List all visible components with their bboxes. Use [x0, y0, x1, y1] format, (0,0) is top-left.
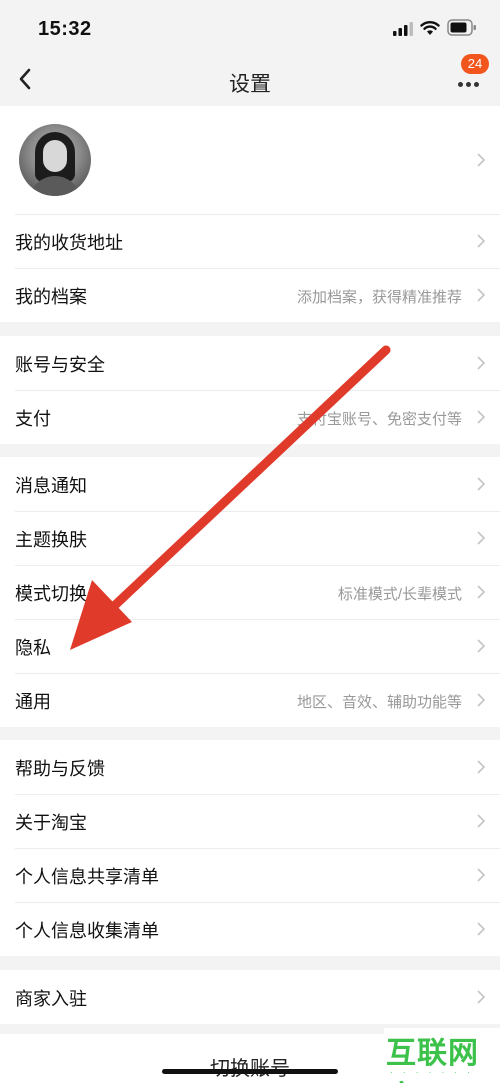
settings-row-general[interactable]: 通用 地区、音效、辅助功能等	[0, 673, 500, 727]
chevron-right-icon	[477, 585, 486, 599]
settings-row-payment[interactable]: 支付 支付宝账号、免密支付等	[0, 390, 500, 444]
settings-group-preferences: 消息通知 主题换肤 模式切换 标准模式/长辈模式 隐私 通用 地区、音效、辅助功…	[0, 457, 500, 727]
row-hint: 支付宝账号、免密支付等	[296, 411, 462, 428]
settings-row-account-security[interactable]: 账号与安全	[0, 336, 500, 390]
more-dot	[457, 82, 463, 87]
chevron-right-icon	[477, 477, 486, 491]
chevron-right-icon	[477, 868, 486, 882]
row-label: 支付	[15, 409, 51, 429]
settings-group-account-info: 我的收货地址 我的档案 添加档案，获得精准推荐	[0, 106, 500, 322]
chevron-right-icon	[477, 288, 486, 302]
signal-icon	[393, 22, 413, 36]
chevron-right-icon	[477, 639, 486, 653]
wifi-icon	[420, 21, 440, 35]
row-hint: 添加档案，获得精准推荐	[296, 289, 462, 306]
avatar	[19, 124, 91, 196]
home-indicator	[162, 1069, 338, 1074]
row-label: 主题换肤	[15, 530, 87, 550]
row-label: 商家入驻	[15, 989, 87, 1009]
status-time: 15:32	[38, 18, 92, 40]
row-label: 通用	[15, 692, 51, 712]
row-label: 隐私	[15, 638, 51, 658]
profile-row[interactable]	[0, 106, 500, 214]
settings-group-about: 帮助与反馈 关于淘宝 个人信息共享清单 个人信息收集清单	[0, 740, 500, 956]
row-label: 个人信息收集清单	[15, 921, 159, 941]
settings-row-merchant-join[interactable]: 商家入驻	[0, 970, 500, 1024]
message-count-badge: 24	[461, 54, 489, 74]
settings-group-merchant: 商家入驻	[0, 970, 500, 1024]
chevron-right-icon	[477, 153, 486, 167]
more-dot	[473, 82, 479, 87]
settings-row-theme[interactable]: 主题换肤	[0, 511, 500, 565]
chevron-right-icon	[477, 922, 486, 936]
chevron-right-icon	[477, 531, 486, 545]
chevron-right-icon	[477, 814, 486, 828]
chevron-right-icon	[477, 990, 486, 1004]
status-bar: 15:32	[0, 0, 500, 54]
row-label: 关于淘宝	[15, 813, 87, 833]
settings-row-shipping-address[interactable]: 我的收货地址	[0, 214, 500, 268]
settings-row-info-sharing-list[interactable]: 个人信息共享清单	[0, 848, 500, 902]
watermark-subline: · · · · · · ·	[390, 1068, 474, 1077]
chevron-right-icon	[477, 693, 486, 707]
chevron-right-icon	[477, 760, 486, 774]
settings-row-my-profile[interactable]: 我的档案 添加档案，获得精准推荐	[0, 268, 500, 322]
settings-row-info-collection-list[interactable]: 个人信息收集清单	[0, 902, 500, 956]
more-dot	[465, 82, 471, 87]
settings-row-privacy[interactable]: 隐私	[0, 619, 500, 673]
chevron-right-icon	[477, 410, 486, 424]
row-label: 我的收货地址	[15, 233, 123, 253]
settings-row-mode-switch[interactable]: 模式切换 标准模式/长辈模式	[0, 565, 500, 619]
battery-icon	[447, 19, 476, 36]
row-label: 账号与安全	[15, 355, 105, 375]
watermark-logo: 互联网应用 · · · · · · ·	[384, 1028, 500, 1083]
row-label: 我的档案	[15, 287, 87, 307]
row-hint: 标准模式/长辈模式	[337, 586, 462, 603]
settings-row-help-feedback[interactable]: 帮助与反馈	[0, 740, 500, 794]
more-button[interactable]	[456, 74, 486, 88]
nav-bar: 设置 24	[0, 54, 500, 106]
row-label: 个人信息共享清单	[15, 867, 159, 887]
avatar-face	[43, 140, 67, 172]
row-label: 消息通知	[15, 476, 87, 496]
row-label: 模式切换	[15, 584, 87, 604]
settings-group-security: 账号与安全 支付 支付宝账号、免密支付等	[0, 336, 500, 444]
row-hint: 地区、音效、辅助功能等	[296, 694, 462, 711]
settings-row-about-taobao[interactable]: 关于淘宝	[0, 794, 500, 848]
chevron-right-icon	[477, 356, 486, 370]
row-label: 帮助与反馈	[15, 759, 105, 779]
page-title: 设置	[229, 73, 271, 96]
settings-row-notifications[interactable]: 消息通知	[0, 457, 500, 511]
chevron-right-icon	[477, 234, 486, 248]
